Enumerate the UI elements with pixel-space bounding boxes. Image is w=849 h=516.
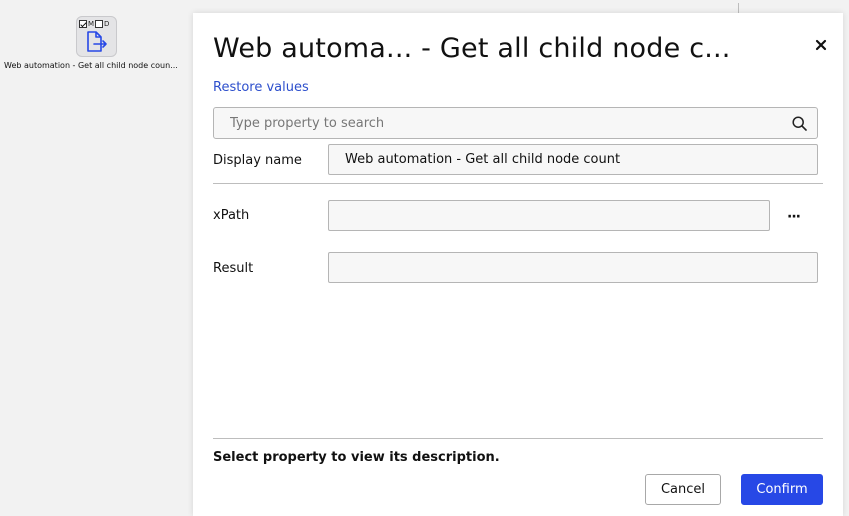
properties-dialog: Web automa... - Get all child node c... … (193, 13, 843, 516)
canvas-divider (738, 3, 739, 13)
dialog-title: Web automa... - Get all child node c... (213, 33, 731, 64)
divider (213, 183, 823, 184)
flag-m-label: M (88, 19, 95, 28)
flag-m-checkbox[interactable] (79, 19, 87, 28)
flag-d-label: D (104, 19, 110, 28)
workflow-node[interactable]: M D (76, 16, 117, 57)
flag-d-checkbox[interactable] (95, 19, 104, 28)
cancel-button[interactable]: Cancel (645, 474, 721, 505)
search-input[interactable] (214, 108, 774, 138)
property-description: Select property to view its description. (213, 450, 500, 465)
close-icon[interactable] (813, 37, 829, 53)
result-field[interactable] (328, 252, 818, 283)
document-arrow-icon (85, 31, 109, 57)
property-search (213, 107, 818, 139)
node-label: Web automation - Get all child node coun… (4, 61, 178, 70)
divider (213, 438, 823, 439)
restore-values-link[interactable]: Restore values (213, 80, 309, 95)
result-label: Result (213, 261, 254, 276)
xpath-label: xPath (213, 208, 250, 223)
xpath-more-button[interactable]: ··· (787, 209, 801, 225)
search-icon[interactable] (792, 116, 807, 135)
display-name-field[interactable]: Web automation - Get all child node coun… (328, 144, 818, 175)
confirm-button[interactable]: Confirm (741, 474, 823, 505)
display-name-label: Display name (213, 153, 302, 168)
xpath-field[interactable] (328, 200, 770, 231)
node-flags: M D (79, 19, 109, 28)
